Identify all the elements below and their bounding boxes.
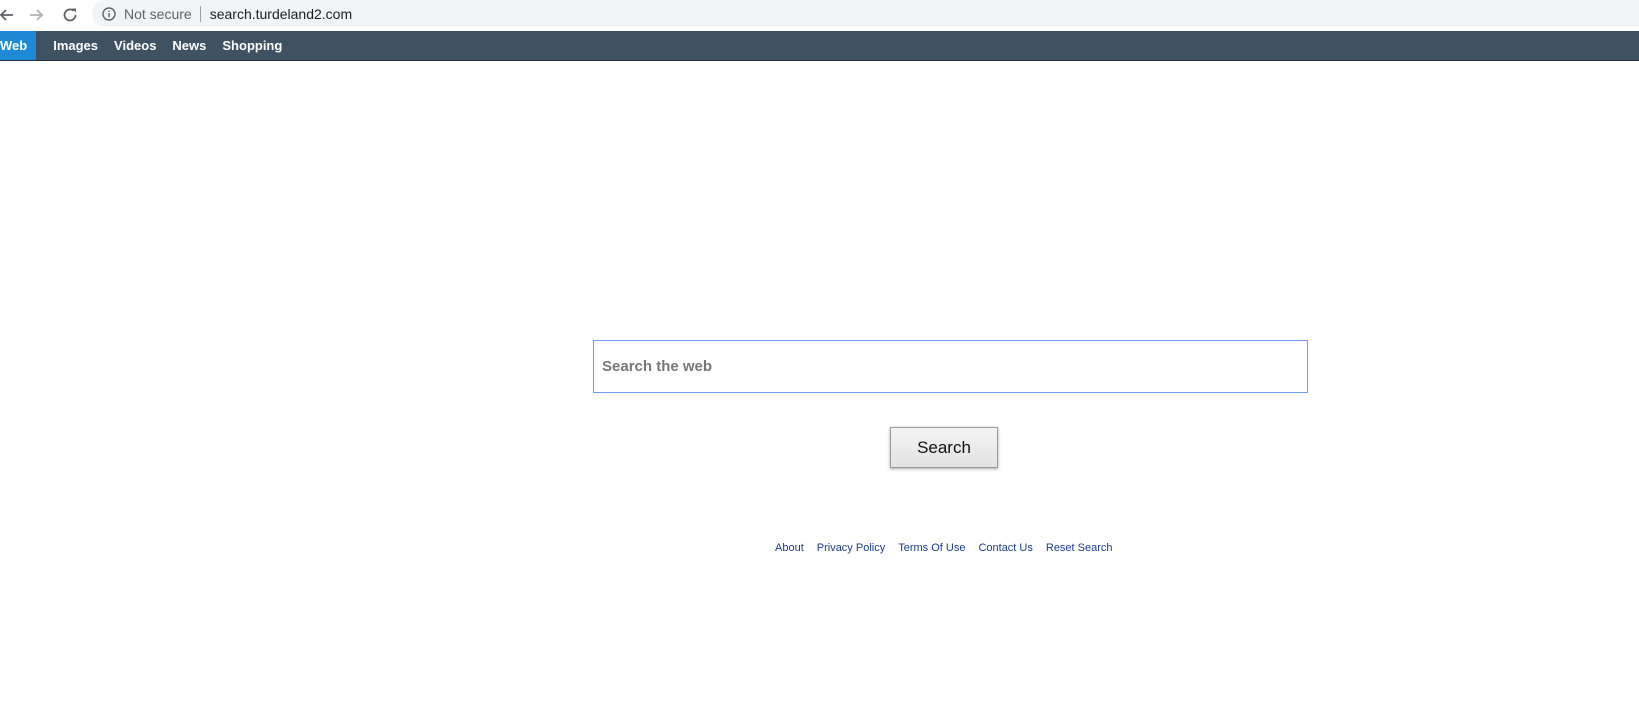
tab-shopping[interactable]: Shopping bbox=[214, 31, 290, 60]
footer-link-reset-search[interactable]: Reset Search bbox=[1046, 542, 1113, 554]
browser-toolbar: Not secure search.turdeland2.com bbox=[0, 0, 1639, 31]
address-bar[interactable]: Not secure search.turdeland2.com bbox=[92, 0, 1639, 27]
footer-link-about[interactable]: About bbox=[775, 542, 804, 554]
security-status[interactable]: Not secure bbox=[124, 6, 192, 22]
tab-news[interactable]: News bbox=[164, 31, 214, 60]
back-arrow-icon[interactable] bbox=[0, 3, 18, 27]
search-category-nav: Web Images Videos News Shopping bbox=[0, 31, 1639, 61]
search-button[interactable]: Search bbox=[890, 427, 998, 468]
divider bbox=[199, 5, 201, 22]
search-box bbox=[593, 340, 1308, 393]
forward-arrow-icon[interactable] bbox=[25, 3, 49, 27]
footer-link-contact-us[interactable]: Contact Us bbox=[978, 542, 1032, 554]
footer-link-terms-of-use[interactable]: Terms Of Use bbox=[898, 542, 965, 554]
tab-web[interactable]: Web bbox=[0, 31, 37, 60]
info-icon[interactable] bbox=[102, 6, 116, 21]
search-input[interactable] bbox=[594, 341, 1307, 392]
url-text[interactable]: search.turdeland2.com bbox=[210, 6, 352, 22]
reload-icon[interactable] bbox=[58, 3, 82, 27]
footer-link-privacy-policy[interactable]: Privacy Policy bbox=[817, 542, 885, 554]
tab-images[interactable]: Images bbox=[45, 31, 106, 60]
tab-videos[interactable]: Videos bbox=[106, 31, 164, 60]
footer-links: About Privacy Policy Terms Of Use Contac… bbox=[775, 542, 1126, 554]
